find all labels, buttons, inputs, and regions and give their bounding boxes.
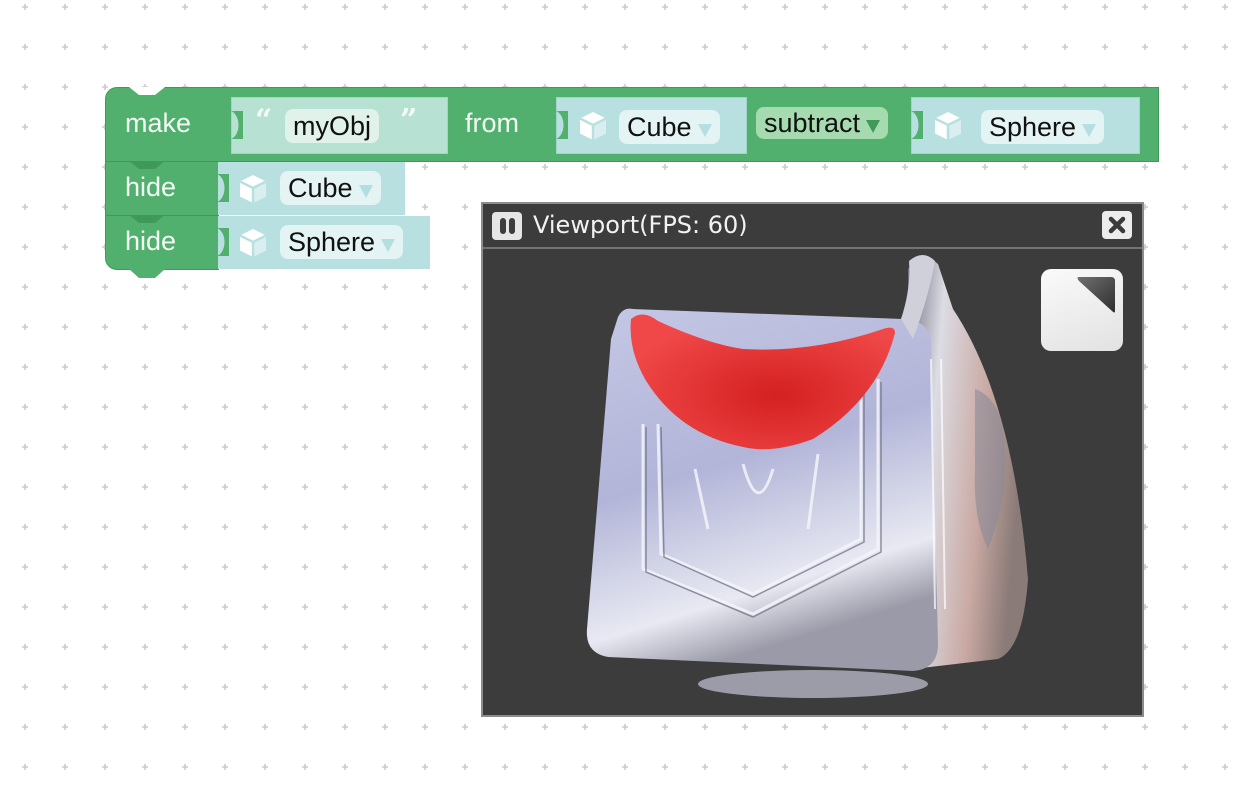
input-socket <box>556 111 568 139</box>
hide-cube-operand-slot[interactable]: Cube <box>217 162 405 215</box>
block-tab <box>129 269 165 278</box>
operation-value: subtract <box>764 108 861 138</box>
fullscreen-button[interactable] <box>1041 269 1123 351</box>
close-button[interactable] <box>1102 211 1132 239</box>
hide-sphere-dropdown[interactable]: Sphere <box>280 225 404 259</box>
pause-icon[interactable] <box>492 212 522 240</box>
render-canvas[interactable] <box>483 249 1142 715</box>
left-operand-value: Cube <box>627 112 692 142</box>
viewport-panel[interactable]: Viewport(FPS: 60) <box>481 202 1144 717</box>
object-name-value: myObj <box>293 111 372 141</box>
open-quote-icon: “ <box>255 103 273 138</box>
input-socket <box>217 228 229 256</box>
right-operand-dropdown[interactable]: Sphere <box>981 110 1105 144</box>
cube-icon <box>239 229 267 257</box>
input-socket <box>217 174 229 202</box>
cube-icon <box>239 175 267 203</box>
make-keyword: make <box>125 108 192 138</box>
block-notch <box>129 161 165 169</box>
dropdown-arrow-icon <box>697 124 712 138</box>
dropdown-arrow-icon <box>381 239 396 253</box>
cube-icon <box>934 112 962 140</box>
hide-cube-dropdown[interactable]: Cube <box>280 171 381 205</box>
dropdown-arrow-icon <box>866 120 881 134</box>
name-input-slot[interactable]: “ myObj ” <box>231 97 448 154</box>
from-keyword: from <box>465 108 519 138</box>
input-socket <box>911 111 923 139</box>
left-operand-dropdown[interactable]: Cube <box>619 110 720 144</box>
cube-icon <box>579 112 607 140</box>
make-block[interactable]: make “ myObj ” from Cube subtract Sphere <box>105 87 1159 162</box>
hide-sphere-value: Sphere <box>288 227 376 257</box>
close-quote-icon: ” <box>400 103 418 138</box>
hide-cube-value: Cube <box>288 173 353 203</box>
block-notch <box>129 215 165 223</box>
dropdown-arrow-icon <box>1082 124 1097 138</box>
input-socket <box>231 111 243 139</box>
close-icon <box>1108 216 1126 234</box>
hide-sphere-block[interactable]: hide <box>105 215 219 278</box>
left-operand-slot[interactable]: Cube <box>556 97 747 154</box>
object-name-field[interactable]: myObj <box>285 109 380 143</box>
hide-cube-block[interactable]: hide <box>105 161 219 216</box>
fullscreen-icon <box>1077 277 1115 313</box>
viewport-title: Viewport(FPS: 60) <box>533 211 748 239</box>
hide-sphere-operand-slot[interactable]: Sphere <box>217 216 430 269</box>
right-operand-slot[interactable]: Sphere <box>911 97 1140 154</box>
dropdown-arrow-icon <box>358 185 373 199</box>
hide-keyword: hide <box>125 226 177 256</box>
right-operand-value: Sphere <box>989 112 1077 142</box>
hide-keyword: hide <box>125 172 177 202</box>
block-notch <box>129 87 165 95</box>
cube-bottom-reflection <box>698 670 928 698</box>
viewport-header[interactable]: Viewport(FPS: 60) <box>483 204 1142 249</box>
operation-dropdown[interactable]: subtract <box>756 107 889 139</box>
